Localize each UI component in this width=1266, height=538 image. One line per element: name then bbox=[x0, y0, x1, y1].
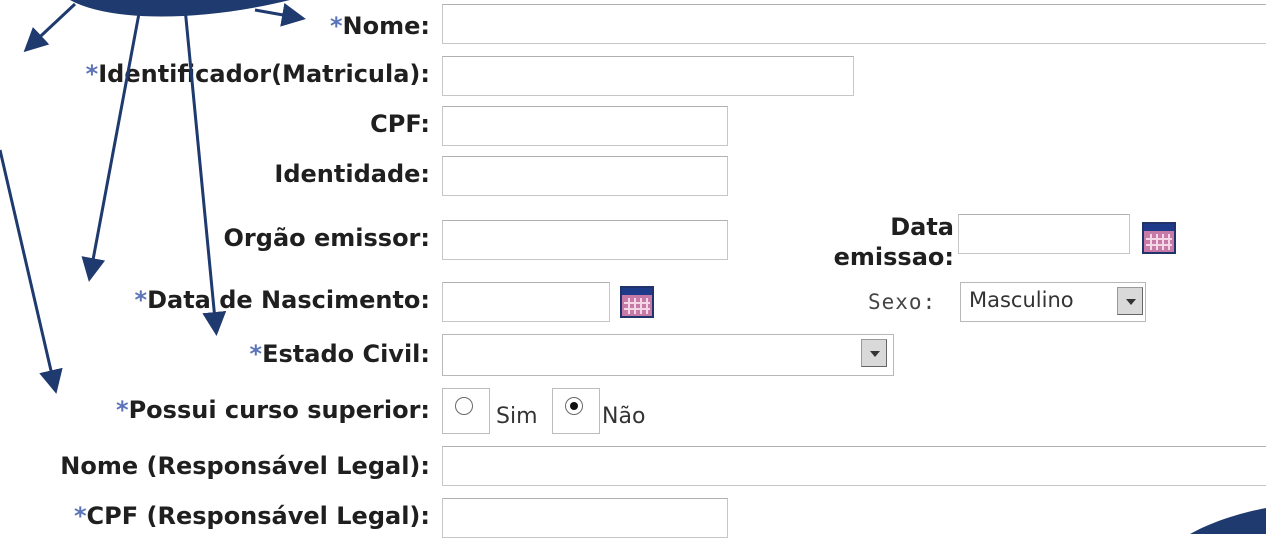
data-nascimento-input[interactable] bbox=[442, 282, 610, 322]
radio-sim[interactable] bbox=[455, 397, 473, 415]
label-data-emissao: Data emissao: bbox=[833, 213, 954, 271]
cpf-responsavel-input[interactable] bbox=[442, 498, 728, 538]
chevron-down-icon[interactable] bbox=[1117, 287, 1143, 315]
cpf-input[interactable] bbox=[442, 106, 728, 146]
required-marker: * bbox=[73, 502, 87, 530]
label-sexo: Sexo: bbox=[868, 290, 937, 314]
label-data-nascimento: *Data de Nascimento: bbox=[134, 286, 430, 314]
label-identificador: *Identificador(Matricula): bbox=[85, 60, 430, 88]
sexo-selected-value: Masculino bbox=[969, 288, 1074, 312]
data-emissao-input[interactable] bbox=[958, 214, 1130, 254]
identidade-input[interactable] bbox=[442, 156, 728, 196]
required-marker: * bbox=[329, 12, 343, 40]
orgao-emissor-input[interactable] bbox=[442, 220, 728, 260]
label-cpf-responsavel: *CPF (Responsável Legal): bbox=[73, 502, 430, 530]
required-marker: * bbox=[116, 396, 129, 424]
radio-sim-box[interactable] bbox=[442, 388, 490, 434]
callout-shape bbox=[70, 0, 290, 17]
radio-nao[interactable] bbox=[565, 397, 583, 415]
sexo-select[interactable]: Masculino bbox=[960, 282, 1146, 322]
label-estado-civil: *Estado Civil: bbox=[249, 340, 430, 368]
required-marker: * bbox=[249, 340, 263, 368]
calendar-icon[interactable] bbox=[1142, 222, 1176, 254]
radio-sim-label[interactable]: Sim bbox=[496, 404, 538, 429]
corner-shape bbox=[1190, 508, 1266, 534]
nome-input[interactable] bbox=[442, 4, 1266, 44]
chevron-down-icon[interactable] bbox=[861, 339, 887, 367]
identificador-input[interactable] bbox=[442, 56, 854, 96]
radio-nao-box[interactable] bbox=[552, 388, 600, 434]
radio-nao-label[interactable]: Não bbox=[602, 404, 645, 429]
required-marker: * bbox=[85, 60, 99, 88]
label-nome: *Nome: bbox=[329, 12, 430, 40]
label-cpf: CPF: bbox=[370, 110, 430, 138]
required-marker: * bbox=[134, 286, 148, 314]
label-curso-superior: *Possui curso superior: bbox=[116, 396, 430, 424]
estado-civil-select[interactable] bbox=[442, 334, 894, 376]
nome-responsavel-input[interactable] bbox=[442, 446, 1266, 486]
label-orgao-emissor: Orgão emissor: bbox=[223, 224, 430, 252]
calendar-icon[interactable] bbox=[620, 286, 654, 318]
label-nome-responsavel: Nome (Responsável Legal): bbox=[60, 452, 430, 480]
label-identidade: Identidade: bbox=[274, 160, 430, 188]
